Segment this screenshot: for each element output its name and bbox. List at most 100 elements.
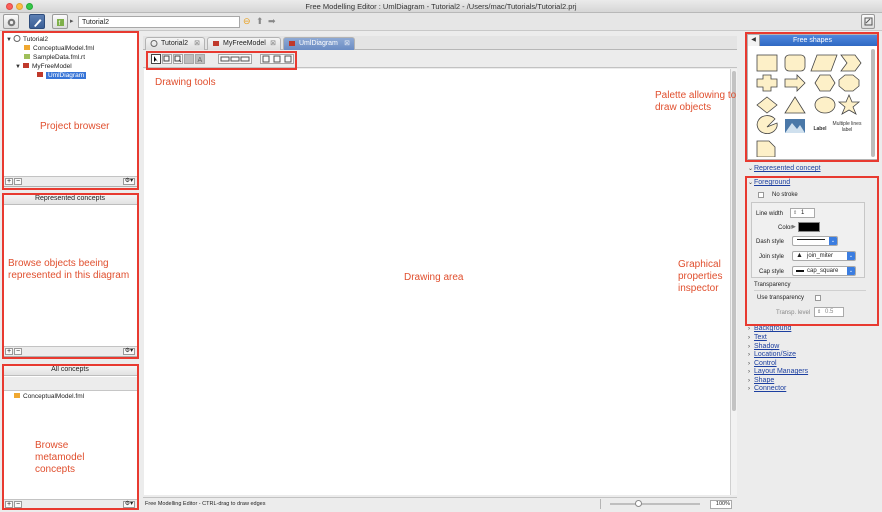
octagon-shape-icon [838,74,860,92]
tree-item-rt[interactable]: SampleData.fml.rt [23,53,85,62]
forward-arrow-icon[interactable]: ➡ [268,16,276,26]
dash-style-select[interactable]: ⌄ [792,236,838,246]
palette-panel: Free shapes ◀ Label Multiple lines label [747,34,878,160]
plus-shape-icon [756,74,778,92]
rectangle-shape-icon [756,54,778,72]
section-background-link[interactable]: › Background [748,325,791,333]
project-browser-panel: ▼ Tutorial2 ConceptualModel.fml SampleDat… [2,32,138,187]
zoom-slider-knob[interactable] [634,500,642,507]
transparency-divider [754,290,866,291]
use-transparency-checkbox[interactable] [815,295,821,301]
line-width-spinner[interactable]: ⇕ 1 [790,208,815,218]
section-connector-link[interactable]: › Connector [748,385,786,393]
gear-module-button[interactable] [3,14,19,29]
represented-concepts-footer: + − ⚙▾ [3,346,137,356]
triangle-shape-icon [784,96,806,114]
transp-level-spinner[interactable]: ⇕ 0.5 [814,307,844,317]
status-divider [600,499,601,509]
path-field[interactable]: Tutorial2 [78,16,240,28]
rounded-rectangle-shape-icon [784,54,806,72]
tree-item-model[interactable]: ▼ MyFreeModel [15,62,72,71]
close-tab-icon[interactable]: ⊠ [194,38,200,49]
section-text-link[interactable]: › Text [748,334,767,342]
chevron-down-icon: ⌄ [847,252,855,260]
options-gear-icon[interactable]: ⚙▾ [123,178,135,185]
add-button[interactable]: + [5,348,13,355]
diagram-icon [37,72,43,77]
no-stroke-checkbox[interactable] [758,192,764,198]
expanded-arrow-icon: ▼ [15,64,21,70]
options-gear-icon[interactable]: ⚙▾ [123,348,135,355]
chevron-down-icon: ⌄ [829,237,837,245]
tree-item-project[interactable]: ▼ Tutorial2 [6,35,48,44]
diamond-shape-icon [756,96,778,114]
tab-umldiagram[interactable]: UmlDiagram ⊠ [283,37,355,50]
foreground-link[interactable]: ⌄Foreground [748,179,790,187]
foreground-properties-box: Line width ⇕ 1 Color ▶ Dash style ⌄ Join … [751,202,865,278]
ellipse-shape-icon [814,96,836,114]
fml-file-icon [24,45,30,50]
zoom-slider[interactable] [610,503,700,505]
pie-shape-icon [756,115,778,134]
rectangle-select-tool-icon[interactable] [162,54,172,64]
join-style-select[interactable]: ▲ join_miter ⌄ [792,251,856,261]
tree-item-diagram[interactable]: UmlDiagram [36,71,87,80]
window-title: Free Modelling Editor : UmlDiagram - Tut… [305,2,577,11]
palette-back-button[interactable]: ◀ [748,35,760,46]
path-arrow-icon: ▸ [70,18,74,25]
zoom-value[interactable]: 100% [710,500,732,509]
folder-icon[interactable]: ⊖ [243,16,251,26]
drawing-tools-bar: A [143,51,737,68]
project-icon [13,35,21,42]
text-tool-icon[interactable]: A [195,54,205,64]
section-shape-link[interactable]: › Shape [748,377,774,385]
options-gear-icon[interactable]: ⚙▾ [123,501,135,508]
hexagon-shape-icon [814,74,836,92]
tree-item-conceptual-model[interactable]: ConceptualModel.fml [13,392,84,401]
image-shape-icon [785,119,805,133]
cap-style-select[interactable]: cap_square ⌄ [792,266,856,276]
color-label: Color [778,225,793,231]
annotation-browse-objects: Browse objects beeing represented in thi… [8,258,130,281]
scroll-thumb[interactable] [732,71,736,411]
cap-style-label: Cap style [759,269,785,275]
annotation-inspector: Graphical properties inspector [678,259,723,294]
add-button[interactable]: + [5,178,13,185]
svg-text:A: A [198,57,203,63]
alignment-tools-icon[interactable] [218,54,252,64]
section-shadow-link[interactable]: › Shadow [748,343,779,351]
select-tool-icon[interactable] [151,54,161,64]
model-module-button[interactable]: f [52,14,68,29]
tab-tutorial2[interactable]: Tutorial2 ⊠ [145,37,205,50]
arrow-shape-icon [784,74,806,92]
close-tab-icon[interactable]: ⊠ [344,38,350,49]
section-control-link[interactable]: › Control [748,360,777,368]
project-browser-footer: + − ⚙▾ [3,176,137,186]
layout-toggle-button[interactable] [861,14,875,29]
zoom-select-tool-icon[interactable] [173,54,183,64]
connector-tool-icon[interactable] [184,54,194,64]
remove-button[interactable]: − [14,348,22,355]
tab-myfreemodel[interactable]: MyFreeModel ⊠ [207,37,281,50]
tree-item-fml[interactable]: ConceptualModel.fml [23,44,94,53]
transp-level-label: Transp. level [776,310,811,316]
drawing-module-button[interactable] [29,14,45,29]
editor-tab-bar: Tutorial2 ⊠ MyFreeModel ⊠ UmlDiagram ⊠ [143,36,737,50]
section-layout-managers-link[interactable]: › Layout Managers [748,368,808,376]
palette-multiline-label-item[interactable]: Multiple lines label [832,121,862,133]
remove-button[interactable]: − [14,501,22,508]
represented-concept-link[interactable]: ⌄Represented concept [748,165,821,173]
up-arrow-icon[interactable]: ⬆ [256,16,264,26]
all-concepts-panel: All concepts ConceptualModel.fml + − ⚙▾ [2,364,138,510]
chevron-down-icon: ⌄ [847,267,855,275]
distribution-tools-icon[interactable] [260,54,294,64]
annotation-drawing-area: Drawing area [404,272,464,283]
section-location-size-link[interactable]: › Location/Size [748,351,796,359]
color-swatch[interactable] [798,222,820,232]
palette-label-item[interactable]: Label [810,126,830,132]
close-tab-icon[interactable]: ⊠ [270,38,276,49]
all-concepts-filter-bar[interactable] [3,377,137,391]
palette-scrollbar[interactable] [871,49,875,157]
add-button[interactable]: + [5,501,13,508]
remove-button[interactable]: − [14,178,22,185]
